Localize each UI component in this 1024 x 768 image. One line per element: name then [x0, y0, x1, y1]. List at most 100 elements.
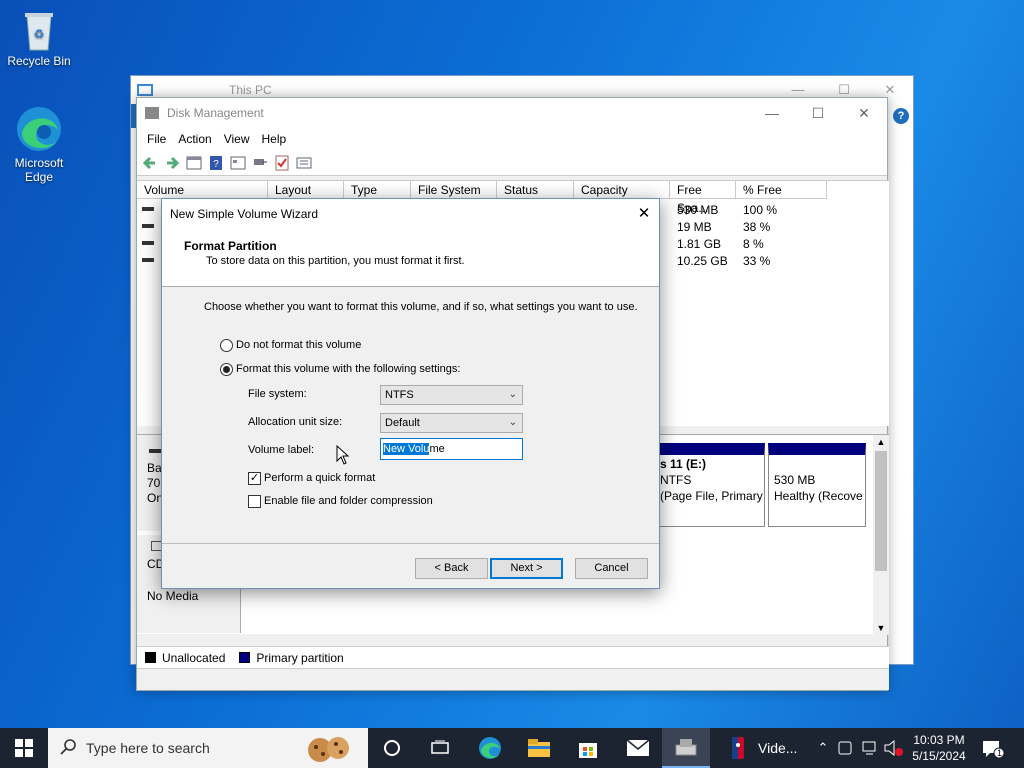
- clock-date: 5/15/2024: [912, 749, 966, 763]
- task-view-circle-icon[interactable]: [368, 728, 416, 768]
- volume-label-label: Volume label:: [248, 444, 315, 456]
- minimize-icon[interactable]: —: [749, 98, 795, 128]
- wizard-subheading: To store data on this partition, you mus…: [206, 255, 465, 267]
- column-header-capacity[interactable]: Capacity: [574, 181, 670, 199]
- column-header-type[interactable]: Type: [344, 181, 411, 199]
- network-icon[interactable]: [862, 728, 880, 768]
- wizard-header: Format Partition To store data on this p…: [162, 229, 659, 287]
- disk-management-taskbar-icon[interactable]: [662, 728, 710, 768]
- cookies-icon: [304, 734, 354, 767]
- free-space-cell: 10.25 GB: [677, 254, 728, 268]
- desktop-icon-edge[interactable]: Microsoft Edge: [1, 104, 77, 184]
- checklist-icon[interactable]: [273, 154, 291, 172]
- file-system-label: File system:: [248, 388, 307, 400]
- disk-icon: [149, 449, 161, 453]
- column-header-layout[interactable]: Layout: [268, 181, 344, 199]
- desktop-icon-recycle-bin[interactable]: ♻ Recycle Bin: [1, 8, 77, 68]
- chevron-down-icon: ⌄: [508, 389, 517, 400]
- scroll-down-icon[interactable]: ▼: [873, 621, 889, 635]
- column-header-volume[interactable]: Volume: [137, 181, 268, 199]
- volume-label-rest: me: [429, 443, 445, 455]
- partition-recovery[interactable]: 530 MB Healthy (Recove: [768, 443, 866, 527]
- close-icon[interactable]: ✕: [629, 199, 659, 229]
- disk-type-label: Ba: [147, 461, 162, 475]
- partition-e[interactable]: s 11 (E:) NTFS (Page File, Primary: [657, 443, 765, 527]
- search-icon: [60, 738, 76, 758]
- drive-icon: [142, 224, 154, 228]
- file-system-select[interactable]: NTFS ⌄: [380, 385, 523, 405]
- volume-muted-icon[interactable]: [884, 728, 906, 768]
- cancel-button[interactable]: Cancel: [575, 558, 648, 579]
- maximize-icon[interactable]: ☐: [795, 98, 841, 128]
- task-view-icon[interactable]: [416, 728, 464, 768]
- wizard-title: New Simple Volume Wizard: [170, 207, 319, 221]
- caption-buttons: — ☐ ✕: [749, 98, 887, 128]
- format-volume-radio[interactable]: [220, 363, 233, 376]
- mouse-cursor-icon: [336, 444, 350, 468]
- help-icon[interactable]: ?: [893, 108, 909, 124]
- format-volume-label[interactable]: Format this volume with the following se…: [236, 363, 460, 375]
- compression-checkbox[interactable]: [248, 495, 261, 508]
- drive-icon: [142, 241, 154, 245]
- drive-icon: [142, 258, 154, 262]
- graph-scrollbar[interactable]: ▲ ▼: [873, 435, 889, 635]
- partition-size: 530 MB: [774, 473, 816, 487]
- computer-icon: [137, 84, 153, 96]
- show-hidden-icons[interactable]: ⌃: [814, 728, 832, 768]
- back-button[interactable]: < Back: [415, 558, 488, 579]
- wizard-titlebar: New Simple Volume Wizard: [162, 199, 659, 229]
- start-button[interactable]: [0, 728, 48, 768]
- legend: Unallocated Primary partition: [137, 646, 889, 668]
- primary-partition-swatch: [239, 652, 251, 663]
- unallocated-swatch: [145, 652, 156, 663]
- percent-free-cell: 100 %: [743, 203, 778, 217]
- menu-help[interactable]: Help: [256, 132, 293, 146]
- scroll-thumb[interactable]: [875, 451, 887, 571]
- quick-format-checkbox[interactable]: ✓: [248, 472, 261, 485]
- connect-icon[interactable]: [251, 154, 269, 172]
- column-header-status[interactable]: Status: [497, 181, 574, 199]
- volume-label-input[interactable]: New Volume: [380, 438, 523, 460]
- volume-label-selection: New Volu: [383, 443, 430, 455]
- window-title: Disk Management: [167, 106, 264, 120]
- next-button[interactable]: Next >: [490, 558, 563, 579]
- drive-icon: [142, 207, 154, 211]
- back-arrow-icon[interactable]: [141, 154, 159, 172]
- menu-view[interactable]: View: [218, 132, 256, 146]
- help-book-icon[interactable]: ?: [207, 154, 225, 172]
- video-app-button[interactable]: Vide...: [722, 728, 812, 768]
- scroll-up-icon[interactable]: ▲: [873, 435, 889, 449]
- recycle-bin-icon: ♻: [19, 8, 59, 52]
- meet-now-icon[interactable]: [838, 728, 856, 768]
- file-explorer-icon[interactable]: [515, 728, 563, 768]
- settings-list-icon[interactable]: [295, 154, 313, 172]
- legend-primary-partition: Primary partition: [256, 650, 344, 665]
- compression-label[interactable]: Enable file and folder compression: [264, 495, 433, 507]
- column-header-free-space[interactable]: Free Spa...: [670, 181, 736, 215]
- disk-management-icon: [145, 107, 159, 119]
- column-header-percent-free[interactable]: % Free: [736, 181, 827, 199]
- clock[interactable]: 10:03 PM 5/15/2024: [908, 728, 970, 768]
- show-hide-console-tree-icon[interactable]: [185, 154, 203, 172]
- close-icon[interactable]: ✕: [841, 98, 887, 128]
- do-not-format-radio[interactable]: [220, 339, 233, 352]
- mail-icon[interactable]: [614, 728, 662, 768]
- forward-arrow-icon[interactable]: [163, 154, 181, 172]
- wizard-separator: [162, 543, 659, 544]
- edge-taskbar-icon[interactable]: [466, 728, 514, 768]
- clock-time: 10:03 PM: [913, 733, 965, 747]
- percent-free-cell: 33 %: [743, 254, 771, 268]
- free-space-cell: 530 MB: [677, 203, 719, 217]
- properties-icon[interactable]: [229, 154, 247, 172]
- menu-action[interactable]: Action: [172, 132, 217, 146]
- do-not-format-label[interactable]: Do not format this volume: [236, 339, 361, 351]
- menu-file[interactable]: File: [141, 132, 172, 146]
- taskbar-search-box[interactable]: Type here to search: [48, 728, 368, 768]
- notification-center-icon[interactable]: 1: [982, 728, 1008, 768]
- quick-format-label[interactable]: Perform a quick format: [264, 472, 375, 484]
- allocation-unit-size-select[interactable]: Default ⌄: [380, 413, 523, 433]
- new-simple-volume-wizard[interactable]: New Simple Volume Wizard ✕ Format Partit…: [161, 198, 660, 589]
- windows-logo-icon: [15, 739, 33, 757]
- store-icon[interactable]: [564, 728, 612, 768]
- column-header-file-system[interactable]: File System: [411, 181, 497, 199]
